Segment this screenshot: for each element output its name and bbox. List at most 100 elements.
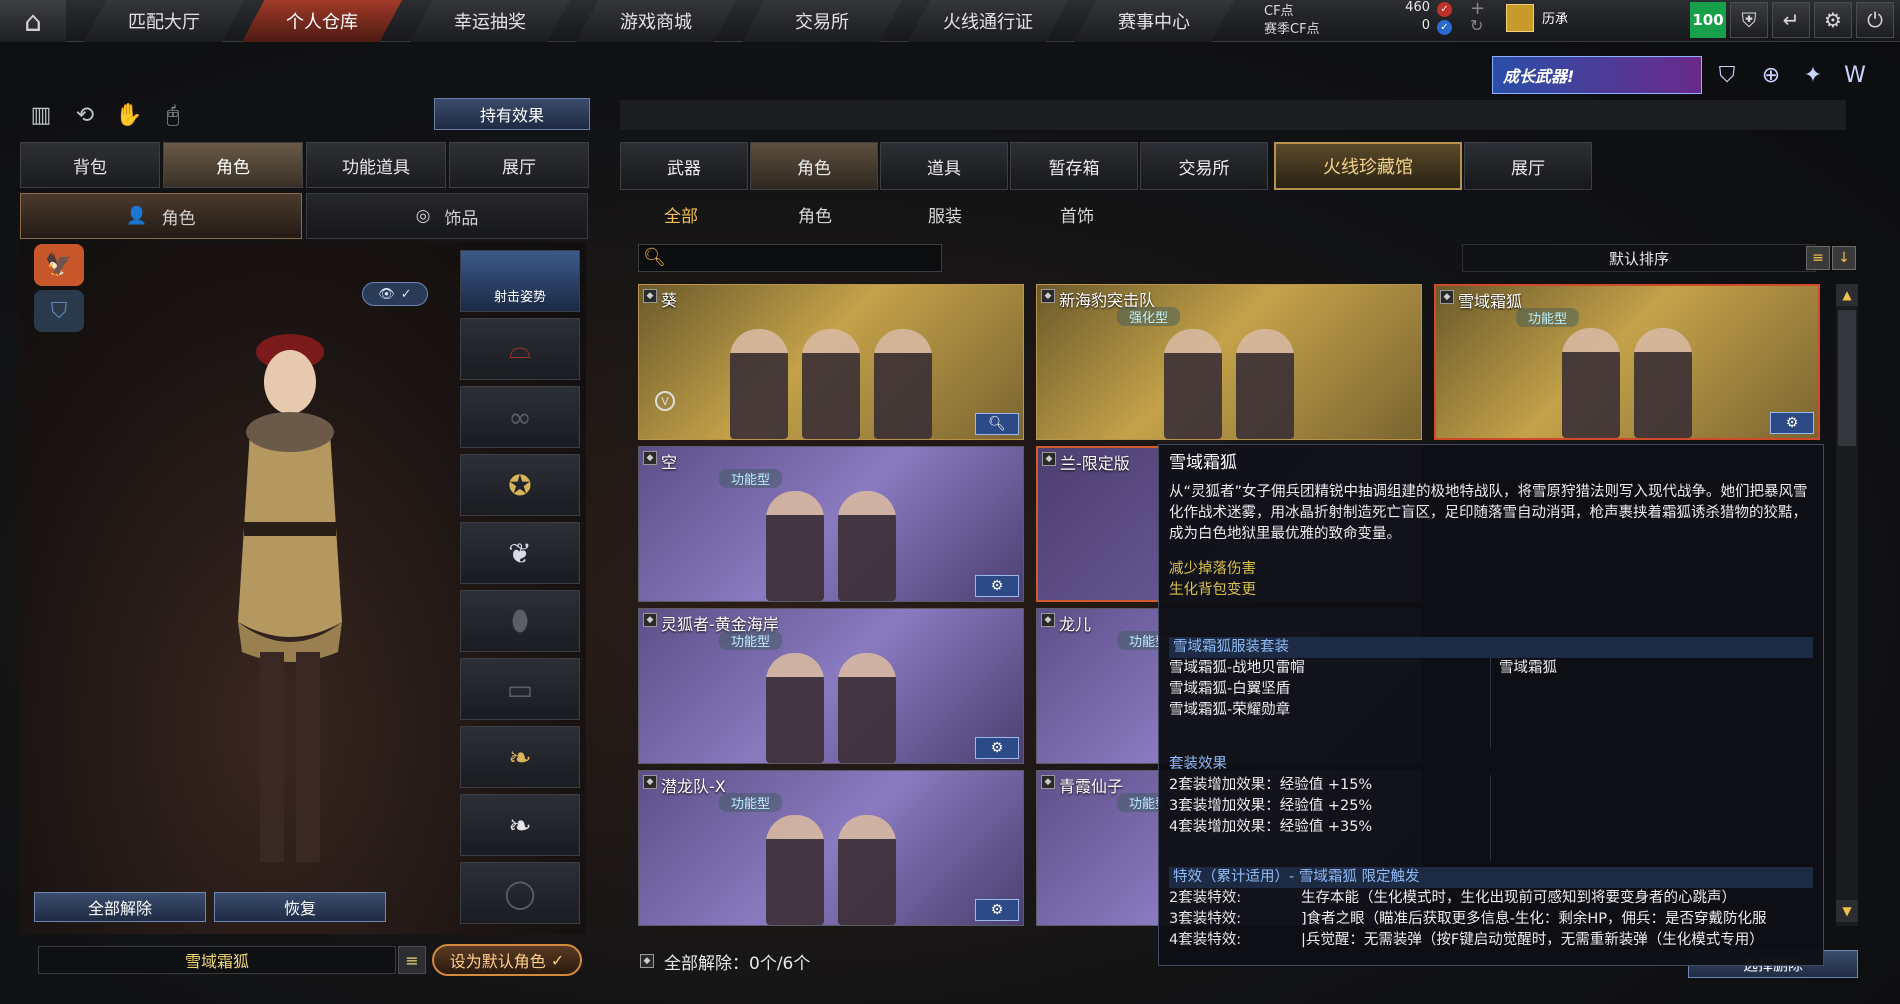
pose-icon[interactable]: ✋ [112,98,146,132]
nav-tab-warehouse[interactable]: 个人仓库 [242,0,402,42]
left-tab-showroom[interactable]: 展厅 [449,142,589,188]
right-tab-collection[interactable]: 火线珍藏馆 [1274,142,1462,190]
scroll-up-icon[interactable]: ▲ [1836,284,1858,306]
bookmark-icon[interactable]: ◆ [1041,613,1055,627]
refresh-icon[interactable]: ↻ [1470,16,1483,35]
right-tab-items[interactable]: 道具 [880,142,1008,190]
nav-tab-lottery[interactable]: 幸运抽奖 [410,0,570,42]
filter-all[interactable]: 全部 [664,202,698,227]
glasses-slot[interactable]: ∞ [460,386,580,448]
character-card[interactable]: ◆ 灵狐者-黄金海岸 功能型 ⚙ [638,608,1024,764]
right-tab-characters[interactable]: 角色 [750,142,878,190]
right-tab-showroom[interactable]: 展厅 [1464,142,1592,190]
bookmark-icon[interactable]: ◆ [1041,289,1055,303]
wing-icon[interactable]: W [1838,58,1872,92]
owned-effects-button[interactable]: 持有效果 [434,98,590,130]
bookmark-icon[interactable]: ◆ [1041,775,1055,789]
shooting-stance-slot[interactable]: 射击姿势 [460,250,580,312]
season-coin-icon: ✓ [1437,20,1452,35]
belt-slot[interactable]: ▭ [460,658,580,720]
right-tab-weapons[interactable]: 武器 [620,142,748,190]
character-card[interactable]: ◆ 空 功能型 ⚙ [638,446,1024,602]
character-name-field: 雪域霜狐 [38,946,396,974]
growth-weapon-banner[interactable]: 成长武器! [1492,56,1702,94]
shield-icon[interactable]: ⛨ [1730,2,1768,38]
restore-button[interactable]: 恢复 [214,892,386,922]
nav-tab-battle-pass[interactable]: 火线通行证 [908,0,1068,42]
character-card[interactable]: ◆ 葵 V 🔍︎ [638,284,1024,440]
menu-icon[interactable]: ≡ [398,946,426,974]
backpack-slot[interactable]: ⬮ [460,590,580,652]
left-tab-function-items[interactable]: 功能道具 [306,142,446,188]
sort-dropdown[interactable]: 默认排序 [1462,244,1816,272]
wrench-icon[interactable]: ⚙ [975,737,1019,759]
top-nav-bar: ⌂ 匹配大厅 个人仓库 幸运抽奖 游戏商城 交易所 火线通行证 赛事中心 CF点… [0,0,1900,42]
rotate-icon[interactable]: ⟲ [68,98,102,132]
banner-label: 成长武器! [1503,67,1575,86]
character-card[interactable]: ◆ 新海豹突击队 强化型 [1036,284,1422,440]
character-card[interactable]: ◆ 潜龙队-X 功能型 ⚙ [638,770,1024,926]
sort-order-icon[interactable]: ↓ [1832,246,1856,270]
wrench-icon[interactable]: ⚙ [975,575,1019,597]
nav-tab-label: 赛事中心 [1118,12,1190,33]
bookmark-icon[interactable]: ◆ [643,613,657,627]
bookmark-icon[interactable]: ◆ [643,289,657,303]
tab-label: 展厅 [502,157,536,178]
stats-icon[interactable]: ▥ [24,98,58,132]
item-tooltip: 雪域霜狐 从“灵狐者”女子佣兵团精锐中抽调组建的极地特战队，将雪原狩猎法则写入现… [1158,444,1824,966]
v-badge-icon[interactable]: ⛉ [1710,58,1744,92]
ring-slot[interactable]: ◯ [460,862,580,924]
ring-icon: ◎ [415,206,431,226]
search-input[interactable]: 🔍︎ [638,244,942,272]
search-icon[interactable]: 🔍︎ [975,413,1019,435]
emblem-slot[interactable]: ❦ [460,522,580,584]
filter-character[interactable]: 角色 [798,202,832,227]
bookmark-icon[interactable]: ◆ [1440,290,1454,304]
nav-tab-match-lobby[interactable]: 匹配大厅 [84,0,244,42]
return-icon[interactable]: ↵ [1772,2,1810,38]
right-tab-exchange[interactable]: 交易所 [1140,142,1268,190]
tab-label: 背包 [73,157,107,178]
special-text: |兵觉醒：无需装弹（按F键启动觉醒时，无需重新装弹（生化模式专用） [1301,931,1764,948]
sparkle-icon[interactable]: ✦ [1796,58,1830,92]
bookmark-icon[interactable]: ◆ [643,775,657,789]
crosshair-icon[interactable]: ⊕ [1754,58,1788,92]
mouse-icon[interactable]: 🖰 [156,98,190,132]
visibility-toggle[interactable]: 👁 ✓ [362,282,428,306]
home-icon[interactable]: ⌂ [0,0,66,42]
wrench-icon[interactable]: ⚙ [1770,412,1814,434]
release-all-button[interactable]: 全部解除 [34,892,206,922]
gear-icon[interactable]: ⚙ [1814,2,1852,38]
wing-slot-gold[interactable]: ❧ [460,726,580,788]
tooltip-special-lines: 2套装特效: 生存本能（生化模式时，生化出现前可感知到将要变身者的心跳声） 3套装… [1169,888,1813,951]
filter-outfit[interactable]: 服装 [928,202,962,227]
bookmark-icon[interactable]: ◆ [1042,452,1056,466]
left-tab-character[interactable]: 角色 [163,142,303,188]
scroll-thumb[interactable] [1838,310,1856,446]
wrench-icon[interactable]: ⚙ [975,899,1019,921]
bookmark-icon[interactable]: ◆ [643,451,657,465]
scroll-down-icon[interactable]: ▼ [1836,900,1858,922]
filter-jewelry[interactable]: 首饰 [1060,202,1094,227]
accessory-mode-icon[interactable]: ⛉ [34,290,84,332]
medal-slot[interactable]: ✪ [460,454,580,516]
power-icon[interactable]: ⏻ [1856,2,1894,38]
card-art [639,319,1023,439]
set-default-character-button[interactable]: 设为默认角色 ✓ [432,944,582,976]
beret-slot[interactable]: ⌓ [460,318,580,380]
rank-emblem-icon [1506,4,1534,32]
nav-tab-events[interactable]: 赛事中心 [1074,0,1234,42]
right-tab-storage[interactable]: 暂存箱 [1010,142,1138,190]
character-card-selected[interactable]: ◆ 雪域霜狐 功能型 ⚙ [1434,284,1820,440]
list-view-icon[interactable]: ≡ [1806,246,1830,270]
character-mode-icon[interactable]: 🦅 [34,244,84,286]
left-tab-backpack[interactable]: 背包 [20,142,160,188]
subtab-character[interactable]: 👤 角色 [20,193,302,239]
cf-coin-icon: ✓ [1437,2,1452,17]
nav-tab-shop[interactable]: 游戏商城 [576,0,736,42]
card-type-tag: 功能型 [719,631,783,650]
nav-tab-exchange[interactable]: 交易所 [742,0,902,42]
subtab-accessory[interactable]: ◎ 饰品 [306,193,588,239]
wing-slot-silver[interactable]: ❧ [460,794,580,856]
slot-label: 射击姿势 [493,290,546,305]
